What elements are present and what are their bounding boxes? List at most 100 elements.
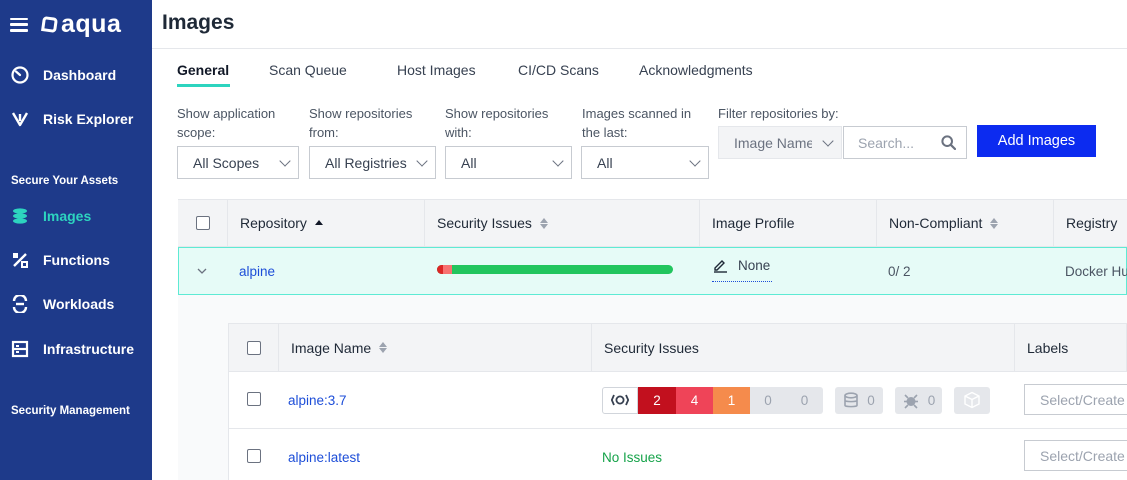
sort-icon (314, 220, 323, 226)
column-label: Image Profile (712, 215, 795, 231)
medium-count[interactable]: 1 (713, 386, 750, 414)
risk-explorer-icon (10, 109, 30, 129)
server-icon (10, 339, 30, 359)
with-select[interactable]: All (445, 146, 572, 179)
filter-by-label: Filter repositories by: (718, 106, 839, 121)
registries-select-value: All Registries (325, 154, 407, 171)
layers-icon (10, 206, 30, 226)
scanned-select-value: All (597, 154, 613, 171)
tab-acknowledgments[interactable]: Acknowledgments (639, 62, 753, 78)
sidebar-item-label: Infrastructure (43, 341, 135, 357)
chevron-down-icon (689, 155, 701, 167)
negligible-count[interactable]: 0 (786, 386, 823, 414)
sort-icon (379, 342, 388, 353)
security-issues-bar (437, 265, 673, 274)
row-checkbox[interactable] (247, 449, 261, 463)
malware-badge[interactable]: 0 (835, 386, 883, 414)
column-label: Repository (240, 215, 307, 231)
sidebar-header: aqua (10, 10, 121, 39)
bug-badge[interactable]: 0 (895, 386, 942, 414)
row-checkbox[interactable] (247, 392, 261, 406)
add-images-button[interactable]: Add Images (977, 125, 1096, 157)
collapse-chevron-icon[interactable] (197, 248, 207, 294)
main-content: Images General Scan Queue Host Images CI… (152, 0, 1127, 480)
column-label: Security Issues (604, 339, 699, 356)
tab-scan-queue[interactable]: Scan Queue (269, 62, 347, 78)
select-all-images-checkbox[interactable] (246, 340, 261, 355)
labels-placeholder: Select/Create (1040, 391, 1125, 408)
profile-underline (712, 281, 772, 282)
column-non-compliant[interactable]: Non-Compliant (877, 200, 1054, 246)
column-repository[interactable]: Repository (228, 200, 425, 246)
sort-icon (539, 217, 548, 229)
column-label: Security Issues (437, 215, 532, 231)
image-profile-cell[interactable]: None (712, 245, 770, 285)
chevron-down-icon (822, 135, 834, 147)
search-placeholder: Search... (858, 134, 915, 151)
sidebar-item-infrastructure[interactable]: Infrastructure (10, 339, 134, 359)
table-row[interactable]: alpine:3.7 2 4 1 0 0 0 0 Select/Create (228, 372, 1127, 429)
column-registry: Registry (1054, 200, 1127, 246)
sidebar-item-dashboard[interactable]: Dashboard (10, 65, 116, 85)
sidebar-item-label: Functions (43, 252, 110, 268)
search-icon[interactable] (941, 135, 957, 151)
column-image-name[interactable]: Image Name (279, 324, 592, 371)
high-count[interactable]: 4 (676, 386, 713, 414)
image-name-link[interactable]: alpine:latest (288, 434, 360, 480)
with-filter-label: Show repositories with: (445, 106, 549, 140)
labels-placeholder: Select/Create (1040, 447, 1125, 464)
column-image-profile: Image Profile (700, 200, 877, 246)
chevron-down-icon (552, 155, 564, 167)
active-tab-indicator (177, 84, 230, 87)
sidebar-item-functions[interactable]: Functions (10, 250, 110, 270)
malware-count: 0 (867, 392, 875, 408)
package-badge[interactable] (954, 386, 990, 414)
registries-select[interactable]: All Registries (309, 146, 436, 179)
search-input[interactable]: Search... (843, 126, 967, 159)
image-name-link[interactable]: alpine:3.7 (288, 377, 347, 423)
sidebar-item-workloads[interactable]: Workloads (10, 294, 114, 314)
sidebar-item-label: Dashboard (43, 67, 117, 83)
workloads-icon (10, 294, 30, 314)
tab-general[interactable]: General (177, 62, 229, 78)
no-issues-status: No Issues (602, 449, 663, 465)
sidebar-item-label: Images (43, 208, 92, 224)
registry-value: Docker Hub (1065, 263, 1127, 279)
sidebar-item-risk-explorer[interactable]: Risk Explorer (10, 109, 133, 129)
select-all-cell (178, 200, 228, 246)
bug-count: 0 (927, 392, 936, 408)
sidebar-item-images[interactable]: Images (10, 206, 91, 226)
repository-link[interactable]: alpine (239, 248, 275, 294)
filter-by-value: Image Name (734, 134, 812, 151)
scope-select[interactable]: All Scopes (177, 146, 299, 179)
column-label: Image Name (291, 339, 372, 356)
chevron-down-icon (279, 155, 291, 167)
tab-cicd-scans[interactable]: CI/CD Scans (518, 62, 599, 78)
column-label: Labels (1027, 339, 1069, 356)
select-all-checkbox[interactable] (195, 216, 210, 230)
sort-icon (990, 217, 999, 229)
divider (152, 48, 1127, 49)
with-select-value: All (461, 154, 477, 171)
scanned-select[interactable]: All (581, 146, 709, 179)
non-compliant-value: 0/ 2 (888, 263, 911, 279)
images-table-header: Image Name Security Issues Labels (228, 323, 1127, 372)
labels-select[interactable]: Select/Create (1024, 440, 1127, 471)
tab-host-images[interactable]: Host Images (397, 62, 476, 78)
menu-icon[interactable] (10, 17, 28, 32)
sidebar-item-label: Workloads (43, 296, 115, 312)
box-icon (963, 391, 981, 409)
column-label: Non-Compliant (889, 215, 983, 231)
labels-select[interactable]: Select/Create (1024, 384, 1127, 415)
aqua-logo[interactable]: aqua (41, 10, 121, 39)
functions-icon (10, 250, 30, 270)
filter-by-select[interactable]: Image Name (718, 126, 842, 159)
critical-count[interactable]: 2 (638, 386, 676, 414)
column-security-issues[interactable]: Security Issues (425, 200, 700, 246)
chevron-down-icon (416, 155, 428, 167)
table-row[interactable]: alpine None 0/ 2 Docker Hub (178, 247, 1127, 295)
section-security-management[interactable]: Security Management (11, 405, 130, 417)
scanned-filter-label: Images scanned in the last: (582, 106, 692, 140)
low-count[interactable]: 0 (750, 386, 786, 414)
table-row[interactable]: alpine:latest No Issues Select/Create (228, 429, 1127, 480)
